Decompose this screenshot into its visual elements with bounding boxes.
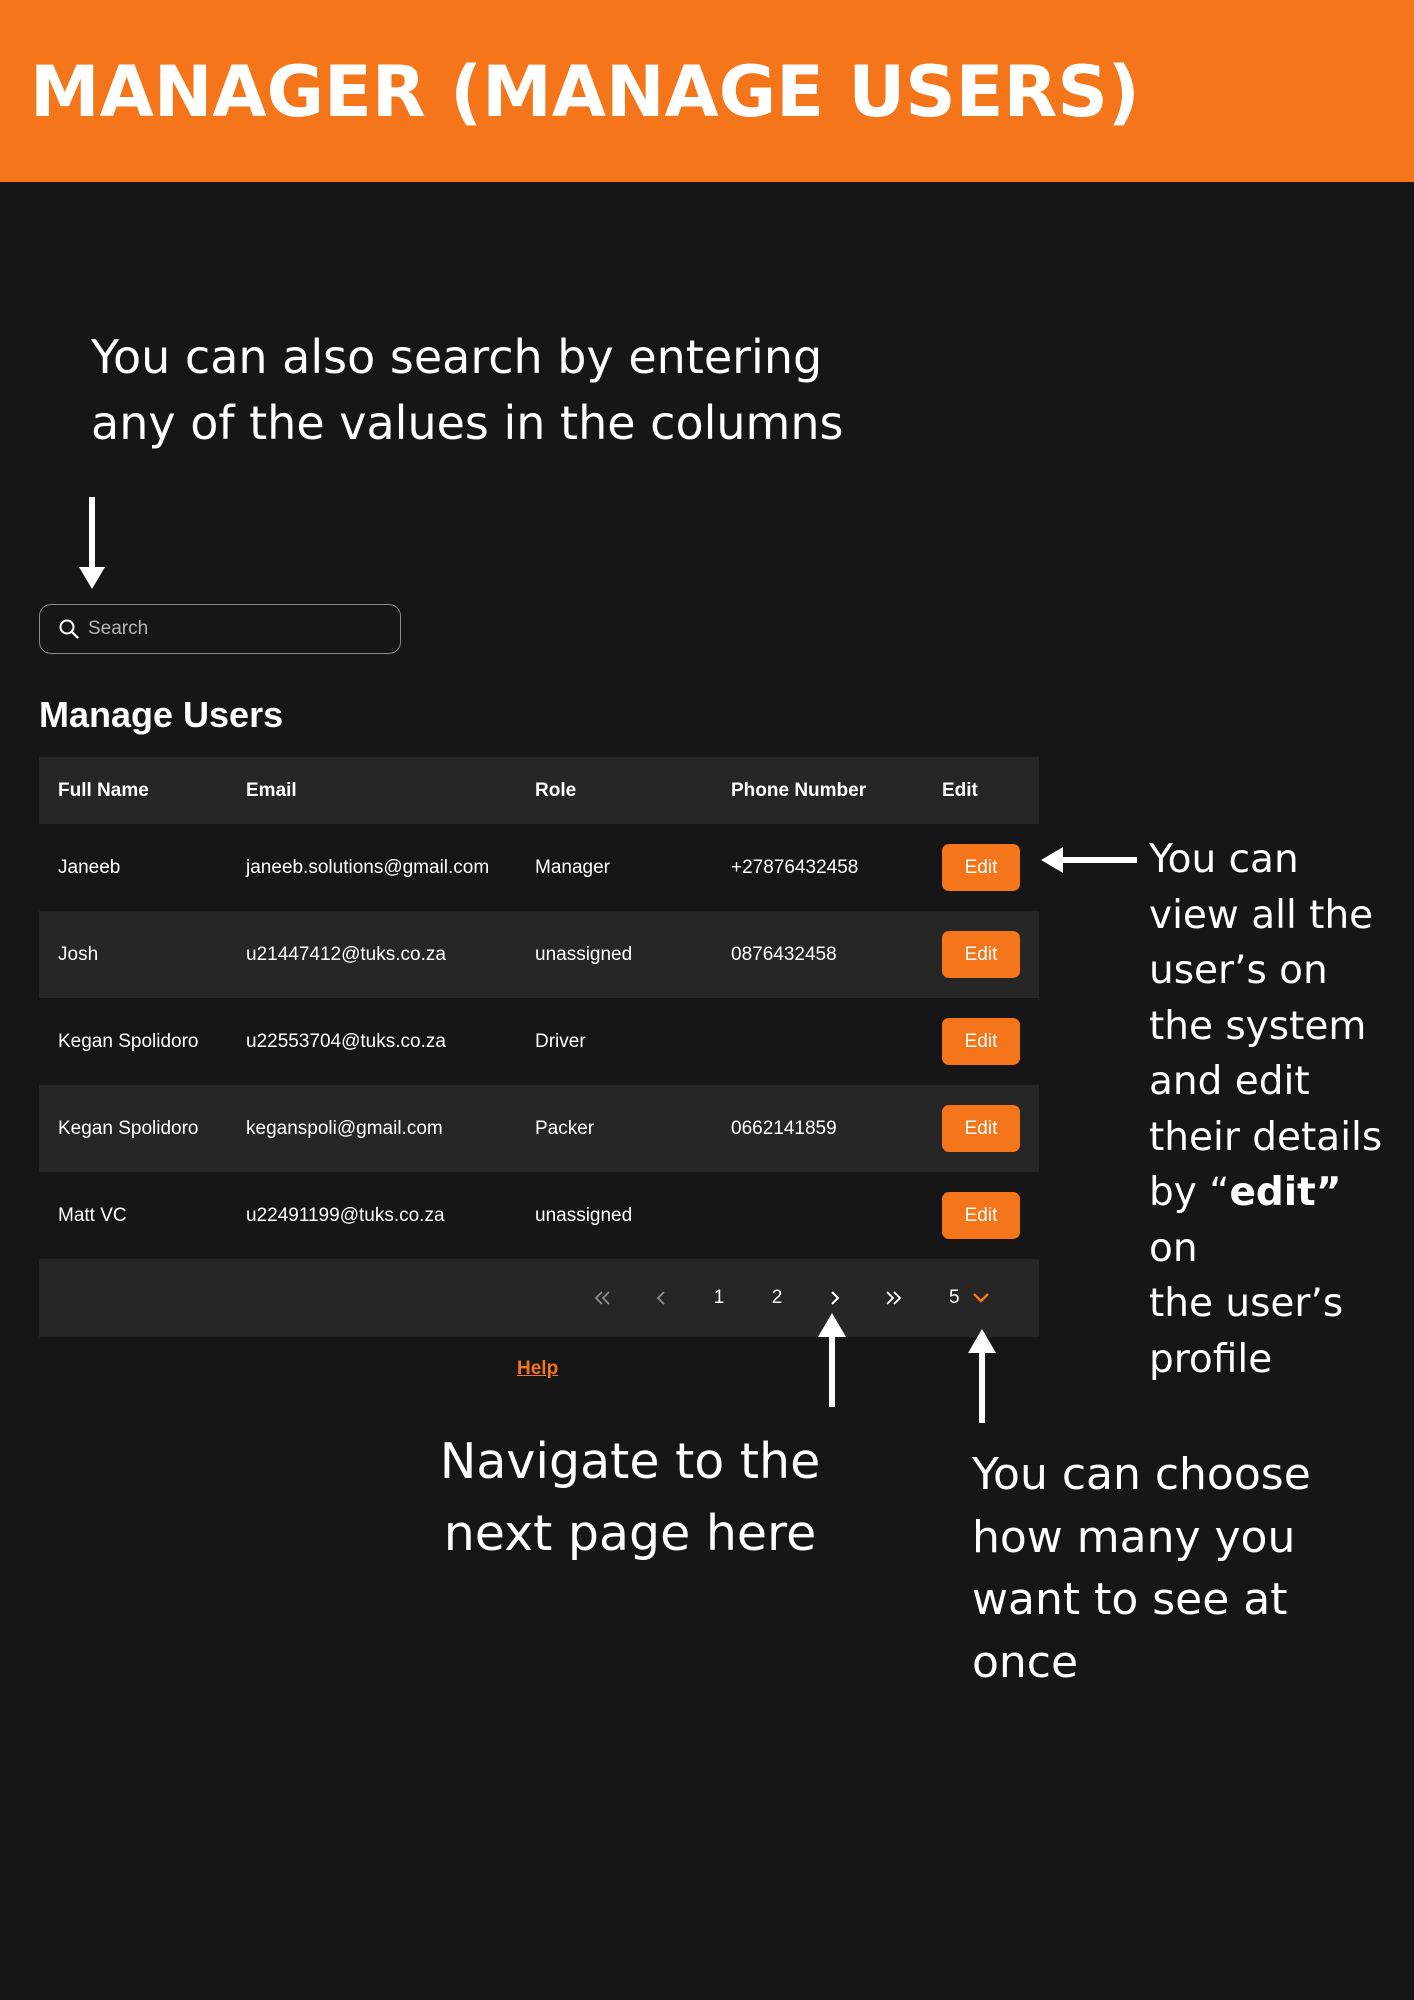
next-page-icon [831,1291,840,1305]
edit-annotation-line: You can [1149,837,1299,882]
cell-role: Driver [535,1030,586,1052]
cell-role: Manager [535,856,610,878]
cell-email: u22553704@tuks.co.za [246,1030,446,1052]
column-header-edit: Edit [942,779,978,801]
next-page-annotation: Navigate to the next page here [420,1426,840,1570]
edit-annotation-bold: edit” [1229,1170,1342,1215]
edit-annotation-line: profile [1149,1336,1273,1382]
search-annotation-line: You can also search by entering [91,330,823,384]
cell-email: u22491199@tuks.co.za [246,1204,445,1226]
edit-cell: Edit [942,1085,1020,1172]
banner-title: MANAGER (MANAGE USERS) [30,51,1140,133]
edit-annotation-text: on [1149,1225,1198,1271]
arrow-up-icon [968,1329,996,1423]
cell-full-name: Janeeb [58,856,121,878]
cell-phone-number: 0662141859 [731,1117,837,1139]
search-input[interactable] [88,605,388,652]
search-annotation: You can also search by entering any of t… [91,324,991,456]
cell-full-name: Kegan Spolidoro [58,1117,199,1139]
per-page-annotation-line: once [972,1636,1079,1688]
edit-annotation-line: user’s on [1149,948,1328,993]
search-field[interactable] [39,604,401,654]
per-page-annotation-line: how many you [972,1511,1296,1563]
cell-full-name: Kegan Spolidoro [58,1030,199,1052]
header-banner: MANAGER (MANAGE USERS) [0,0,1414,182]
per-page-annotation-line: want to see at [972,1574,1288,1625]
cell-role: Packer [535,1117,595,1139]
per-page-annotation-line: You can choose [972,1449,1311,1500]
table-row: Janeeb janeeb.solutions@gmail.com Manage… [39,824,1039,911]
table-row: Kegan Spolidoro u22553704@tuks.co.za Dri… [39,998,1039,1085]
pagination-bar: 1 2 5 [39,1259,1039,1337]
column-header-phone-number: Phone Number [731,779,867,801]
page-button-2[interactable]: 2 [757,1259,797,1337]
edit-annotation-line: by “edit” on [1149,1165,1399,1276]
table-row: Matt VC u22491199@tuks.co.za unassigned … [39,1172,1039,1259]
edit-cell: Edit [942,998,1020,1085]
help-link[interactable]: Help [517,1358,558,1380]
column-header-full-name: Full Name [58,779,149,801]
cell-phone-number: +27876432458 [731,856,859,878]
search-icon [59,619,79,639]
page-title: Manage Users [39,694,284,735]
cell-role: unassigned [535,943,633,965]
column-header-role: Role [535,779,577,801]
per-page-select[interactable]: 5 [949,1259,990,1337]
arrow-left-icon [1041,847,1137,873]
edit-cell: Edit [942,911,1020,998]
first-page-icon [594,1291,610,1305]
table-row: Josh u21447412@tuks.co.za unassigned 087… [39,911,1039,998]
cell-email: u21447412@tuks.co.za [246,943,446,965]
search-annotation-line: any of the values in the columns [91,396,844,450]
edit-annotation-text: by “ [1149,1170,1230,1215]
cell-phone-number: 0876432458 [731,943,837,965]
table-header: Full Name Email Role Phone Number Edit [39,757,1039,824]
per-page-value: 5 [949,1287,960,1308]
edit-annotation-line: view all the [1149,892,1374,938]
cell-full-name: Josh [58,943,99,965]
edit-button[interactable]: Edit [942,1105,1020,1152]
cell-email: janeeb.solutions@gmail.com [246,856,490,878]
edit-button[interactable]: Edit [942,1018,1020,1065]
users-table: Full Name Email Role Phone Number Edit J… [39,757,1039,1259]
per-page-annotation: You can choose how many you want to see … [972,1444,1392,1694]
cell-role: unassigned [535,1204,633,1226]
column-header-email: Email [246,779,297,801]
edit-annotation: You can view all the user’s on the syste… [1149,832,1399,1387]
arrow-up-icon [818,1313,846,1407]
edit-button[interactable]: Edit [942,931,1020,978]
edit-cell: Edit [942,1172,1020,1259]
edit-cell: Edit [942,824,1020,911]
cell-full-name: Matt VC [58,1204,127,1226]
last-page-button[interactable] [873,1259,913,1337]
edit-annotation-line: the user’s [1149,1281,1344,1326]
prev-page-button[interactable] [641,1259,681,1337]
first-page-button[interactable] [583,1259,623,1337]
cell-email: keganspoli@gmail.com [246,1117,443,1139]
next-annotation-line: Navigate to the [439,1433,821,1490]
chevron-down-icon [972,1293,989,1303]
last-page-icon [886,1291,902,1305]
edit-button[interactable]: Edit [942,844,1020,891]
table-row: Kegan Spolidoro keganspoli@gmail.com Pac… [39,1085,1039,1172]
edit-annotation-line: their details [1149,1114,1383,1160]
edit-annotation-line: and edit [1149,1059,1310,1104]
next-annotation-line: next page here [443,1505,817,1562]
page-button-1[interactable]: 1 [699,1259,739,1337]
edit-annotation-line: the system [1149,1003,1367,1049]
edit-button[interactable]: Edit [942,1192,1020,1239]
prev-page-icon [656,1291,665,1305]
arrow-down-icon [79,497,105,589]
